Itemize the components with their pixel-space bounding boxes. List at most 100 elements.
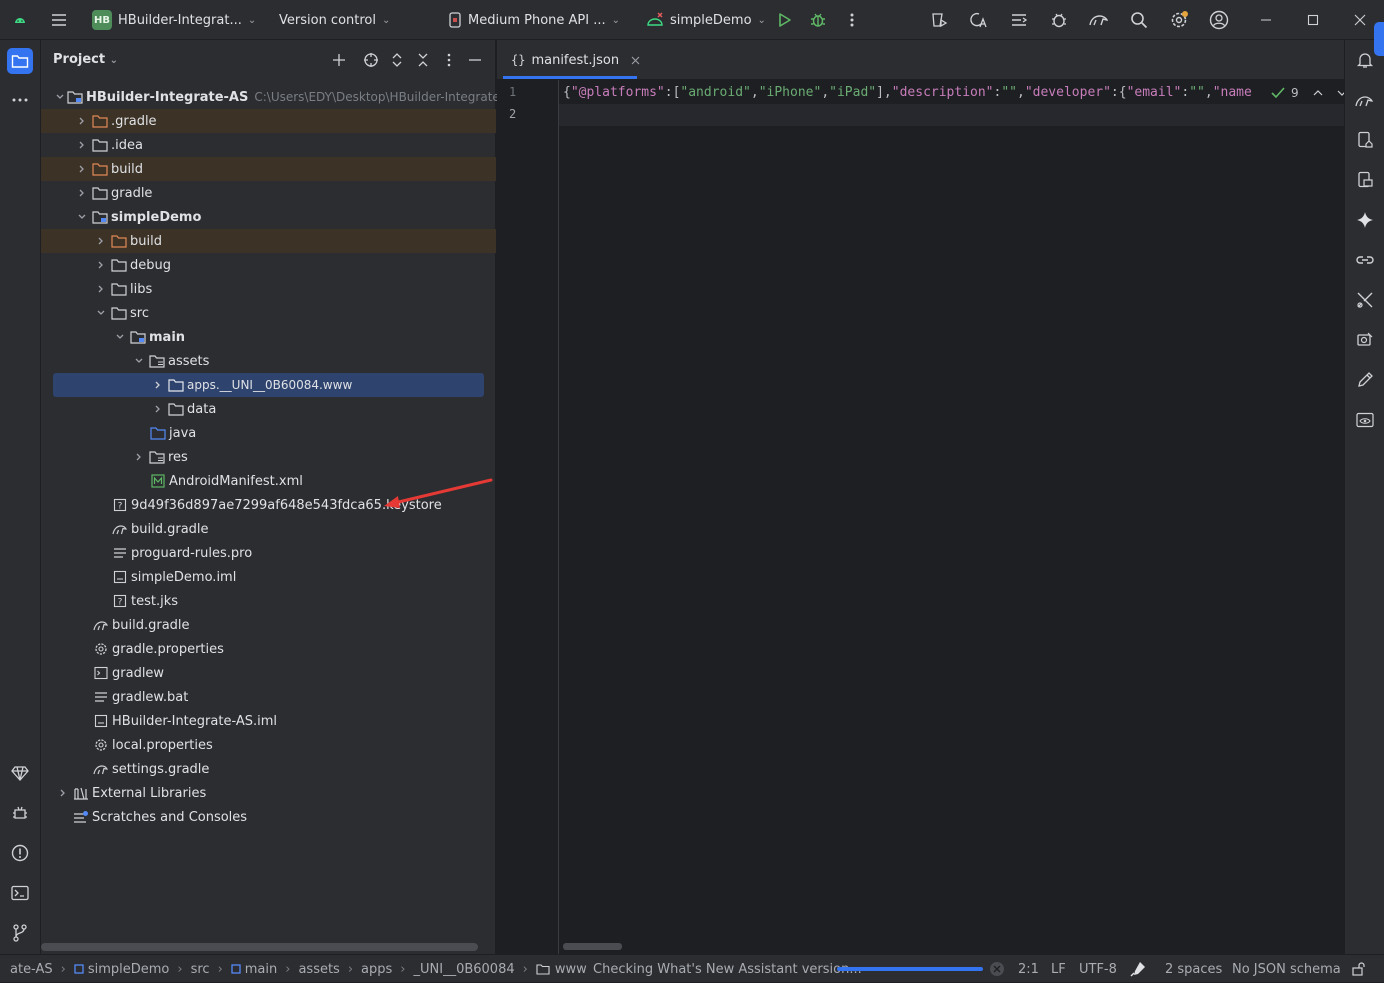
settings-icon[interactable] (1167, 8, 1191, 32)
chevron-right-icon[interactable] (74, 161, 90, 177)
background-task[interactable]: Checking What's New Assistant version... (593, 955, 862, 983)
chevron-right-icon[interactable] (74, 185, 90, 201)
file-encoding[interactable]: UTF-8 (1079, 955, 1117, 983)
tree-item[interactable]: assets (41, 349, 496, 373)
tree-item[interactable]: java (41, 421, 496, 445)
tree-item[interactable]: .idea (41, 133, 496, 157)
chevron-right-icon[interactable] (93, 257, 109, 273)
logcat-icon[interactable] (8, 801, 32, 825)
ai-assistant-icon[interactable] (1129, 955, 1147, 983)
more-tool-windows-icon[interactable] (8, 88, 32, 112)
device-explorer-icon[interactable] (1353, 168, 1377, 192)
device-selector[interactable]: Medium Phone API ... ⌄ (448, 0, 620, 40)
search-icon[interactable] (1127, 8, 1151, 32)
tree-item[interactable]: gradle.properties (41, 637, 496, 661)
tree-item[interactable]: External Libraries (41, 781, 496, 805)
profiler-icon[interactable] (1047, 8, 1071, 32)
chevron-right-icon[interactable] (74, 137, 90, 153)
chevron-up-icon[interactable] (1313, 89, 1323, 97)
breadcrumb-item[interactable]: _UNI__0B60084 (414, 962, 515, 977)
terminal-icon[interactable] (8, 881, 32, 905)
tree-item[interactable]: build (41, 157, 496, 181)
chevron-right-icon[interactable] (150, 377, 166, 393)
device-manager-icon[interactable] (1353, 128, 1377, 152)
debug-icon[interactable] (806, 8, 830, 32)
side-accent-tab[interactable] (1374, 22, 1384, 56)
breadcrumb-item[interactable]: ate-AS (10, 962, 53, 977)
tree-item[interactable]: src (41, 301, 496, 325)
tree-item[interactable]: main (41, 325, 496, 349)
sync-gradle-icon[interactable] (928, 8, 952, 32)
gradle-icon[interactable] (1087, 8, 1111, 32)
tree-item[interactable]: debug (41, 253, 496, 277)
translate-icon[interactable] (967, 8, 991, 32)
project-view-selector[interactable]: Project ⌄ (53, 52, 118, 67)
chevron-down-icon[interactable] (55, 89, 65, 105)
add-icon[interactable] (329, 50, 349, 70)
breadcrumb-item[interactable]: src (191, 962, 210, 977)
gem-icon[interactable] (8, 761, 32, 785)
project-switcher[interactable]: HB HBuilder-Integrat... ⌄ (92, 0, 256, 40)
version-control-icon[interactable] (8, 921, 32, 945)
tree-item[interactable]: settings.gradle (41, 757, 496, 781)
link-icon[interactable] (1353, 248, 1377, 272)
chevron-right-icon[interactable] (150, 401, 166, 417)
tree-item[interactable]: .gradle (41, 109, 496, 133)
json-schema[interactable]: No JSON schema (1232, 955, 1341, 983)
main-menu-icon[interactable] (47, 8, 71, 32)
options-icon[interactable] (439, 50, 459, 70)
minimize-icon[interactable] (1254, 8, 1278, 32)
cancel-task-icon[interactable] (989, 955, 1005, 983)
collapse-all-icon[interactable] (413, 50, 433, 70)
code-line[interactable]: {"@platforms":["android","iPhone","iPad"… (563, 82, 1263, 104)
tree-item[interactable]: libs (41, 277, 496, 301)
editor-horizontal-scrollbar[interactable] (563, 943, 622, 950)
tree-item[interactable]: gradlew.bat (41, 685, 496, 709)
tree-item[interactable]: gradle (41, 181, 496, 205)
emulator-icon[interactable] (1353, 328, 1377, 352)
chevron-down-icon[interactable] (93, 305, 109, 321)
gradle-icon[interactable] (1353, 88, 1377, 112)
breadcrumb-item[interactable]: simpleDemo (88, 962, 170, 977)
chevron-right-icon[interactable] (93, 281, 109, 297)
expand-all-icon[interactable] (387, 50, 407, 70)
lock-icon[interactable] (1352, 955, 1366, 983)
chevron-down-icon[interactable] (74, 209, 90, 225)
tree-item-selected[interactable]: apps.__UNI__0B60084.www (41, 373, 496, 397)
locate-icon[interactable] (361, 50, 381, 70)
chevron-right-icon[interactable] (55, 785, 71, 801)
breadcrumb-item[interactable]: main (245, 962, 277, 977)
project-folder-icon[interactable] (7, 48, 33, 74)
tree-item[interactable]: build (41, 229, 496, 253)
run-config-selector[interactable]: simpleDemo ⌄ (646, 0, 766, 40)
chevron-down-icon[interactable] (112, 329, 128, 345)
tree-item[interactable]: ? test.jks (41, 589, 496, 613)
tree-item[interactable]: gradlew (41, 661, 496, 685)
gemini-icon[interactable] (1353, 208, 1377, 232)
build-variants-icon[interactable] (1353, 288, 1377, 312)
run-icon[interactable] (772, 8, 796, 32)
caret-position[interactable]: 2:1 (1018, 955, 1039, 983)
tree-item[interactable]: HBuilder-Integrate-AS.iml (41, 709, 496, 733)
tree-item[interactable]: simpleDemo (41, 205, 496, 229)
vcs-menu[interactable]: Version control ⌄ (279, 0, 390, 40)
tree-item[interactable]: build.gradle (41, 613, 496, 637)
tree-item[interactable]: simpleDemo.iml (41, 565, 496, 589)
tree-item[interactable]: local.properties (41, 733, 496, 757)
close-tab-icon[interactable] (631, 56, 640, 65)
tree-root-project[interactable]: HBuilder-Integrate-AS C:\Users\EDY\Deskt… (41, 85, 520, 109)
hide-icon[interactable] (465, 50, 485, 70)
line-separator[interactable]: LF (1051, 955, 1066, 983)
pencil-icon[interactable] (1353, 368, 1377, 392)
chevron-right-icon[interactable] (74, 113, 90, 129)
breadcrumb-item[interactable]: apps (361, 962, 392, 977)
tree-item[interactable]: res (41, 445, 496, 469)
more-actions-icon[interactable] (840, 8, 864, 32)
inspection-widget[interactable]: 9 (1271, 84, 1347, 102)
chevron-right-icon[interactable] (131, 449, 147, 465)
preview-icon[interactable] (1353, 408, 1377, 432)
problems-icon[interactable] (8, 841, 32, 865)
tree-item[interactable]: Scratches and Consoles (41, 805, 496, 829)
breadcrumb-item[interactable]: assets (298, 962, 339, 977)
chevron-right-icon[interactable] (93, 233, 109, 249)
